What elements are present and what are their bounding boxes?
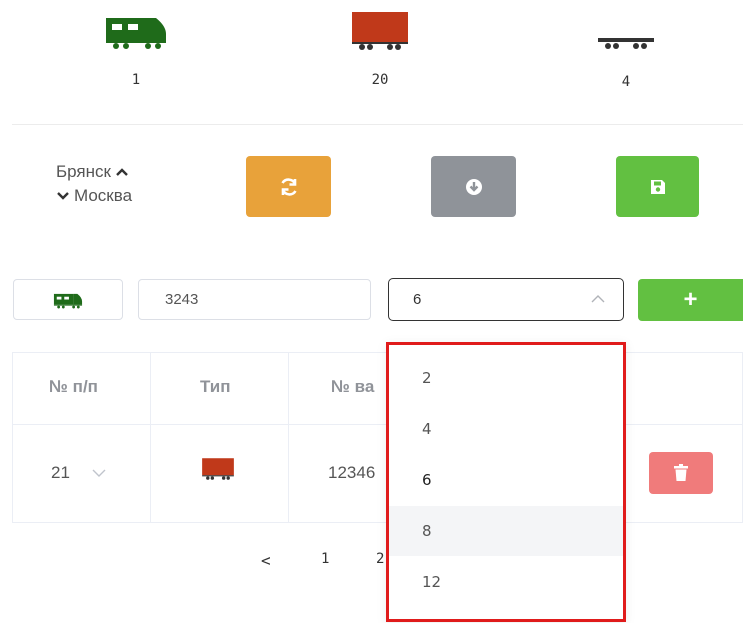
boxcar-icon [202, 458, 234, 480]
wagon-number-value: 3243 [165, 291, 199, 308]
count-select-value: 6 [413, 291, 422, 308]
vehicle-count: 1 [131, 72, 141, 88]
table-header: № п/п Тип № ва [13, 353, 742, 425]
locomotive-icon [106, 18, 166, 49]
add-button[interactable]: + [638, 279, 743, 321]
vehicle-count: 4 [621, 74, 631, 90]
row-index-select[interactable]: 21 [51, 463, 106, 483]
page-button-2[interactable]: 2 [376, 551, 384, 567]
dropdown-option[interactable]: 4 [389, 404, 623, 454]
route[interactable]: Брянск Москва [56, 160, 132, 208]
vehicle-flatcar: 4 [586, 34, 666, 90]
download-icon [465, 178, 482, 195]
chevron-up-icon [116, 168, 128, 176]
locomotive-icon [53, 293, 83, 308]
divider [12, 124, 743, 125]
prev-page-button[interactable]: < [261, 551, 271, 570]
refresh-icon [280, 177, 297, 196]
table-row: 21 12346 [13, 425, 742, 523]
column-header-number: № ва [331, 377, 375, 396]
dropdown-option[interactable]: 2 [389, 353, 623, 403]
dropdown-option[interactable]: 12 [389, 557, 623, 607]
wagon-table: № п/п Тип № ва 21 12346 [12, 352, 743, 523]
row-number: 12346 [328, 463, 376, 482]
vehicle-count: 20 [371, 72, 389, 88]
trash-icon [674, 464, 688, 481]
chevron-down-icon [57, 192, 69, 200]
boxcar-icon [352, 12, 408, 50]
save-button[interactable] [616, 156, 699, 217]
download-button[interactable] [431, 156, 516, 217]
chevron-up-icon [591, 295, 605, 303]
page-button-1[interactable]: 1 [321, 551, 329, 567]
route-to: Москва [74, 186, 133, 205]
row-type [201, 457, 235, 486]
wagon-number-input[interactable]: 3243 [138, 279, 371, 320]
column-header-index: № п/п [49, 377, 98, 396]
add-button-label: + [683, 286, 698, 313]
type-select[interactable] [13, 279, 123, 320]
refresh-button[interactable] [246, 156, 331, 217]
vehicle-boxcar: 20 [340, 12, 420, 88]
save-icon [650, 179, 665, 194]
chevron-down-icon [92, 469, 106, 477]
delete-button[interactable] [649, 452, 713, 494]
row-index: 21 [51, 463, 70, 482]
route-from: Брянск [56, 162, 111, 181]
dropdown-option-selected[interactable]: 6 [389, 455, 623, 505]
flatcar-icon [598, 38, 654, 49]
vehicle-locomotive: 1 [96, 12, 176, 88]
count-select[interactable]: 6 [388, 278, 624, 321]
count-dropdown: 2 4 6 8 12 [386, 342, 626, 622]
column-header-type: Тип [200, 377, 231, 396]
dropdown-option-hovered[interactable]: 8 [389, 506, 623, 556]
